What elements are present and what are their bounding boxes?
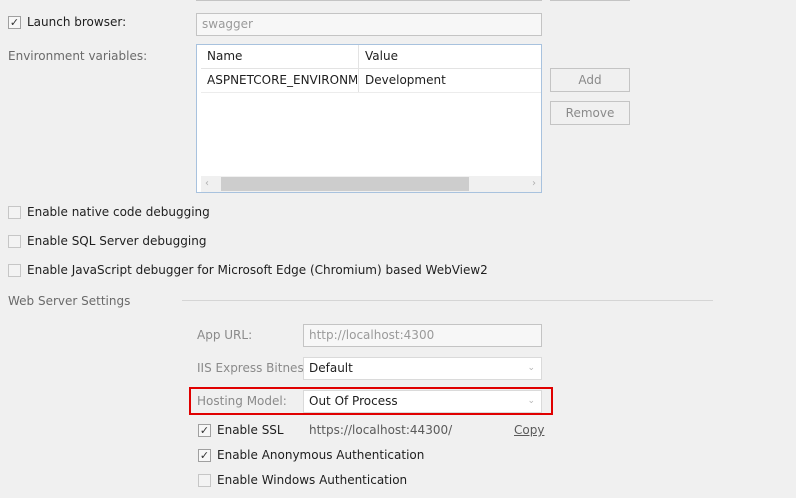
hosting-model-label: Hosting Model:	[197, 394, 287, 408]
launch-browser-url-input[interactable]: swagger	[196, 13, 542, 36]
top-edge-line	[196, 0, 542, 1]
remove-button[interactable]: Remove	[550, 101, 630, 125]
windows-auth-label: Enable Windows Authentication	[217, 473, 408, 487]
hosting-model-value: Out Of Process	[309, 394, 398, 408]
horizontal-scrollbar[interactable]: ‹ ›	[201, 176, 541, 192]
launch-browser-checkbox[interactable]: ✓	[8, 16, 21, 29]
windows-auth-checkbox[interactable]	[198, 474, 211, 487]
native-debug-label: Enable native code debugging	[27, 205, 210, 219]
app-url-input[interactable]: http://localhost:4300	[303, 324, 542, 347]
scroll-right-icon[interactable]: ›	[532, 176, 536, 192]
iis-bitness-label: IIS Express Bitness:	[197, 361, 314, 375]
chevron-down-icon: ⌄	[527, 363, 535, 373]
ssl-url-text: https://localhost:44300/	[309, 423, 453, 437]
scroll-left-icon[interactable]: ‹	[205, 176, 209, 192]
column-header-name[interactable]: Name	[201, 45, 357, 68]
grid-header: Name Value	[201, 45, 541, 69]
top-edge-button-remnant	[550, 0, 630, 1]
env-vars-grid[interactable]: Name Value ASPNETCORE_ENVIRONMENT Develo…	[196, 44, 542, 193]
anonymous-auth-label: Enable Anonymous Authentication	[217, 448, 425, 462]
enable-ssl-label: Enable SSL	[217, 423, 284, 437]
native-debug-checkbox[interactable]	[8, 206, 21, 219]
chevron-down-icon: ⌄	[527, 396, 535, 406]
env-vars-label: Environment variables:	[8, 49, 148, 63]
column-header-value[interactable]: Value	[359, 45, 539, 68]
js-debug-label: Enable JavaScript debugger for Microsoft…	[27, 263, 488, 277]
copy-link[interactable]: Copy	[514, 423, 544, 437]
env-var-name-cell[interactable]: ASPNETCORE_ENVIRONMENT	[201, 69, 357, 92]
table-row[interactable]: ASPNETCORE_ENVIRONMENT Development	[201, 69, 541, 93]
iis-bitness-select[interactable]: Default ⌄	[303, 357, 542, 380]
iis-bitness-value: Default	[309, 361, 353, 375]
app-url-label: App URL:	[197, 328, 253, 342]
section-divider	[182, 300, 713, 301]
js-debug-checkbox[interactable]	[8, 264, 21, 277]
enable-ssl-checkbox[interactable]: ✓	[198, 424, 211, 437]
sql-debug-label: Enable SQL Server debugging	[27, 234, 207, 248]
sql-debug-checkbox[interactable]	[8, 235, 21, 248]
hosting-model-select[interactable]: Out Of Process ⌄	[303, 390, 542, 413]
web-server-section-title: Web Server Settings	[8, 294, 131, 308]
env-var-value-cell[interactable]: Development	[359, 69, 539, 92]
scrollbar-thumb[interactable]	[221, 177, 469, 191]
launch-browser-label: Launch browser:	[27, 15, 127, 29]
anonymous-auth-checkbox[interactable]: ✓	[198, 449, 211, 462]
add-button[interactable]: Add	[550, 68, 630, 92]
